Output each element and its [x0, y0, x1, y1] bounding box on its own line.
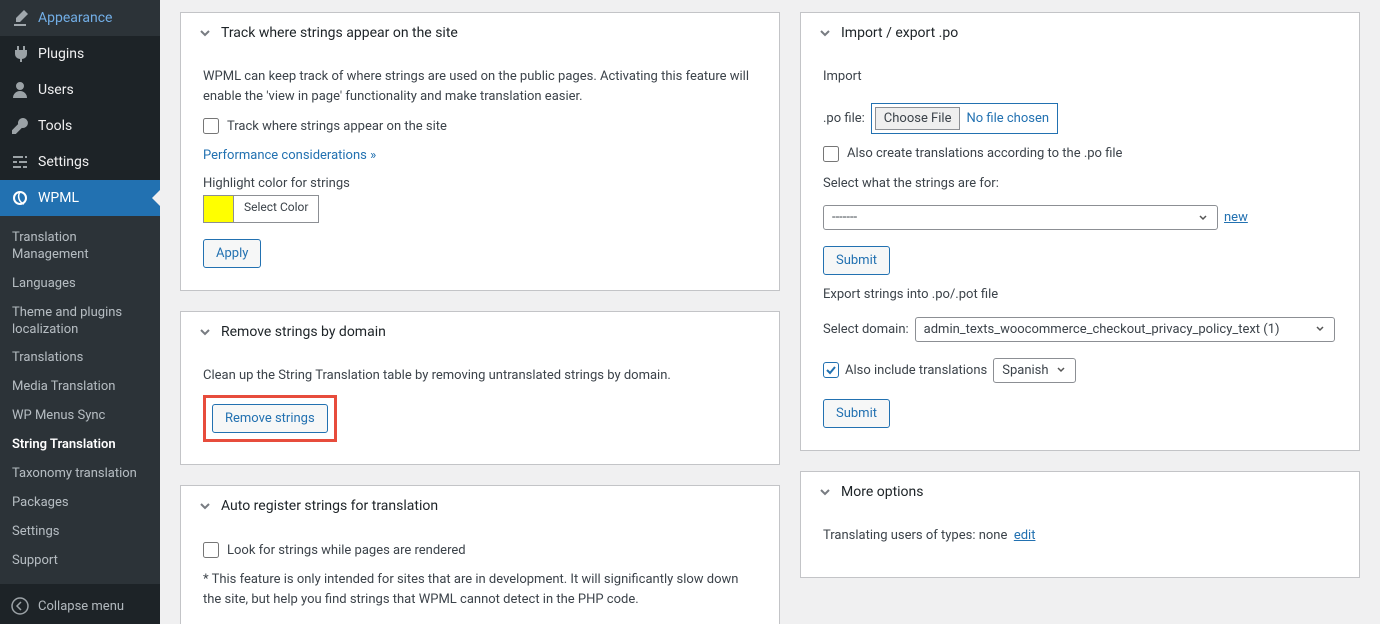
plug-icon — [10, 44, 30, 64]
sidebar-item-label: Users — [38, 82, 74, 98]
apply-button[interactable]: Apply — [203, 239, 261, 268]
wrench-icon — [10, 116, 30, 136]
sidebar-item-label: Tools — [38, 118, 72, 134]
submenu-string-translation[interactable]: String Translation — [0, 431, 160, 460]
color-swatch — [204, 196, 234, 222]
new-link[interactable]: new — [1224, 210, 1248, 225]
submenu-packages[interactable]: Packages — [0, 489, 160, 518]
selected-language: Spanish — [1002, 363, 1048, 378]
sidebar-item-label: Plugins — [38, 46, 84, 62]
chevron-down-icon — [1314, 323, 1326, 335]
export-submit-button[interactable]: Submit — [823, 399, 890, 428]
collapse-menu-button[interactable]: Collapse menu — [0, 588, 160, 624]
panel-title: Remove strings by domain — [221, 324, 386, 340]
submenu-theme-plugins-localization[interactable]: Theme and plugins localization — [0, 299, 160, 345]
also-include-label: Also include translations — [845, 363, 987, 378]
sidebar-item-label: Appearance — [38, 10, 112, 26]
edit-link[interactable]: edit — [1014, 528, 1036, 543]
panel-more-options: More options Translating users of types:… — [800, 471, 1360, 579]
remove-description: Clean up the String Translation table by… — [203, 366, 757, 386]
panel-import-export: Import / export .po Import .po file: Cho… — [800, 12, 1360, 451]
sidebar-item-wpml[interactable]: WPML — [0, 180, 160, 216]
select-domain-label: Select domain: — [823, 322, 909, 337]
choose-file-button[interactable]: Choose File — [875, 107, 961, 130]
main-content: Track where strings appear on the site W… — [160, 0, 1380, 624]
panel-remove-strings: Remove strings by domain Clean up the St… — [180, 311, 780, 466]
sidebar-item-plugins[interactable]: Plugins — [0, 36, 160, 72]
select-color-button[interactable]: Select Color — [234, 196, 318, 222]
remove-strings-button[interactable]: Remove strings — [212, 404, 328, 433]
import-submit-button[interactable]: Submit — [823, 246, 890, 275]
submenu-languages[interactable]: Languages — [0, 270, 160, 299]
chevron-down-icon — [197, 498, 213, 514]
panel-header-more[interactable]: More options — [801, 472, 1359, 512]
also-create-label: Also create translations according to th… — [847, 146, 1122, 161]
sidebar-item-appearance[interactable]: Appearance — [0, 0, 160, 36]
submenu-support[interactable]: Support — [0, 547, 160, 576]
translating-users-text: Translating users of types: none — [823, 528, 1007, 543]
chevron-down-icon — [197, 25, 213, 41]
sidebar-item-label: Settings — [38, 154, 89, 170]
track-checkbox-label: Track where strings appear on the site — [227, 119, 447, 134]
autoreg-checkbox[interactable] — [203, 542, 219, 558]
brush-icon — [10, 8, 30, 28]
sidebar-item-label: WPML — [38, 190, 79, 206]
performance-link[interactable]: Performance considerations » — [203, 148, 376, 163]
chevron-down-icon — [1055, 364, 1067, 376]
panel-header-import[interactable]: Import / export .po — [801, 13, 1359, 53]
sidebar-item-users[interactable]: Users — [0, 72, 160, 108]
user-icon — [10, 80, 30, 100]
panel-header-track[interactable]: Track where strings appear on the site — [181, 13, 779, 53]
submenu-translations[interactable]: Translations — [0, 344, 160, 373]
submenu-translation-management[interactable]: Translation Management — [0, 224, 160, 270]
sidebar-item-settings[interactable]: Settings — [0, 144, 160, 180]
panel-title: Import / export .po — [841, 25, 958, 41]
collapse-icon — [10, 596, 30, 616]
panel-header-remove[interactable]: Remove strings by domain — [181, 312, 779, 352]
export-heading: Export strings into .po/.pot file — [823, 285, 1337, 305]
panel-track-strings: Track where strings appear on the site W… — [180, 12, 780, 291]
track-strings-checkbox[interactable] — [203, 118, 219, 134]
also-create-checkbox[interactable] — [823, 146, 839, 162]
autoreg-checkbox-label: Look for strings while pages are rendere… — [227, 543, 466, 558]
panel-auto-register: Auto register strings for translation Lo… — [180, 485, 780, 624]
submenu-taxonomy-translation[interactable]: Taxonomy translation — [0, 460, 160, 489]
wpml-submenu: Translation Management Languages Theme a… — [0, 216, 160, 584]
selected-domain: admin_texts_woocommerce_checkout_privacy… — [924, 322, 1280, 337]
select-placeholder: ------- — [832, 210, 857, 225]
wpml-icon — [10, 188, 30, 208]
track-description: WPML can keep track of where strings are… — [203, 67, 757, 106]
po-file-label: .po file: — [823, 111, 865, 126]
panel-title: Track where strings appear on the site — [221, 25, 458, 41]
highlight-label: Highlight color for strings — [203, 176, 350, 191]
sliders-icon — [10, 152, 30, 172]
no-file-chosen: No file chosen — [966, 111, 1049, 126]
domain-select[interactable]: admin_texts_woocommerce_checkout_privacy… — [915, 317, 1335, 342]
panel-title: More options — [841, 484, 924, 500]
submenu-media-translation[interactable]: Media Translation — [0, 373, 160, 402]
panel-header-autoreg[interactable]: Auto register strings for translation — [181, 486, 779, 526]
admin-sidebar: Appearance Plugins Users Tools Settings … — [0, 0, 160, 624]
language-select[interactable]: Spanish — [993, 358, 1075, 383]
autoreg-note: * This feature is only intended for site… — [203, 570, 757, 609]
chevron-down-icon — [1197, 212, 1209, 224]
submenu-settings[interactable]: Settings — [0, 518, 160, 547]
collapse-label: Collapse menu — [38, 599, 124, 614]
strings-for-select[interactable]: ------- — [823, 205, 1218, 230]
import-heading: Import — [823, 67, 1337, 87]
file-input[interactable]: Choose File No file chosen — [871, 103, 1058, 134]
sidebar-item-tools[interactable]: Tools — [0, 108, 160, 144]
color-picker[interactable]: Select Color — [203, 195, 319, 223]
submenu-wp-menus-sync[interactable]: WP Menus Sync — [0, 402, 160, 431]
also-include-checkbox[interactable] — [823, 362, 839, 378]
chevron-down-icon — [197, 324, 213, 340]
highlighted-action: Remove strings — [203, 395, 337, 442]
select-what-label: Select what the strings are for: — [823, 174, 1337, 194]
panel-title: Auto register strings for translation — [221, 498, 438, 514]
chevron-down-icon — [817, 484, 833, 500]
chevron-down-icon — [817, 25, 833, 41]
